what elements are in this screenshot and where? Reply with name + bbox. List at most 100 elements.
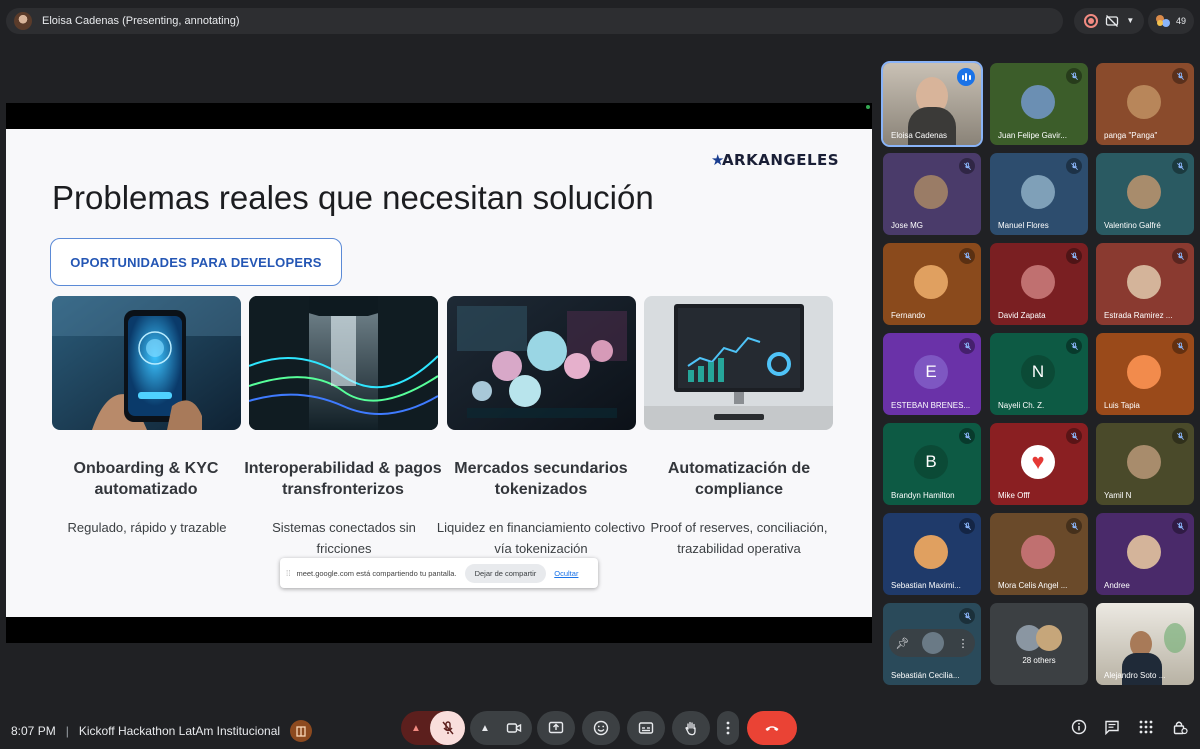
avatar bbox=[1021, 85, 1055, 119]
more-options-icon bbox=[726, 721, 730, 735]
slide-title: Problemas reales que necesitan solución bbox=[52, 179, 654, 216]
activities-icon bbox=[1139, 720, 1153, 734]
mic-options-button[interactable]: ▲ bbox=[401, 711, 465, 745]
avatar: ♥ bbox=[1021, 445, 1055, 479]
drag-handle-icon[interactable]: ⁞⁞ bbox=[286, 569, 290, 578]
participant-tile[interactable]: B Brandyn Hamilton bbox=[883, 423, 981, 505]
present-button[interactable] bbox=[537, 711, 575, 745]
speaking-icon bbox=[957, 68, 975, 86]
participant-tile[interactable]: Mora Celis Angel ... bbox=[990, 513, 1088, 595]
participant-tile[interactable]: panga "Panga" bbox=[1096, 63, 1194, 145]
avatar bbox=[914, 175, 948, 209]
hide-link[interactable]: Ocultar bbox=[554, 569, 578, 578]
mic-off-icon bbox=[1066, 338, 1082, 354]
participant-tile[interactable]: Jose MG bbox=[883, 153, 981, 235]
meeting-activity-icon[interactable] bbox=[290, 720, 313, 742]
clock: 8:07 PM bbox=[11, 724, 56, 738]
participant-tile[interactable]: Estrada Ramirez ... bbox=[1096, 243, 1194, 325]
screen-share-notice: ⁞⁞ meet.google.com está compartiendo tu … bbox=[280, 558, 598, 588]
card-title: Onboarding & KYC automatizado bbox=[73, 460, 219, 498]
camera-options-button[interactable]: ▲ bbox=[470, 711, 532, 745]
participant-tile[interactable]: Yamil N bbox=[1096, 423, 1194, 505]
participant-tile[interactable]: Juan Felipe Gavir... bbox=[990, 63, 1088, 145]
presentation-stage: ★ ARKANGELES Problemas reales que necesi… bbox=[6, 103, 872, 643]
tile-overlay-controls[interactable]: 📌︎ ⋮ bbox=[889, 629, 975, 657]
card-description: Sistemas conectados sin fricciones bbox=[272, 520, 416, 556]
host-controls-button[interactable] bbox=[1169, 716, 1191, 738]
participant-name: Brandyn Hamilton bbox=[891, 491, 955, 500]
participant-tile[interactable]: Fernando bbox=[883, 243, 981, 325]
camera-icon[interactable] bbox=[506, 720, 522, 736]
activities-button[interactable] bbox=[1135, 716, 1157, 738]
participant-tile[interactable]: Andree bbox=[1096, 513, 1194, 595]
info-icon bbox=[1071, 719, 1087, 735]
raise-hand-button[interactable] bbox=[672, 711, 710, 745]
participant-tile[interactable]: E ESTEBAN BRENES... bbox=[883, 333, 981, 415]
brand-name: ARKANGELES bbox=[721, 151, 840, 169]
participant-count: 49 bbox=[1175, 16, 1186, 26]
chat-button[interactable] bbox=[1101, 716, 1123, 738]
participant-tile[interactable]: Luis Tapia bbox=[1096, 333, 1194, 415]
participant-name: Fernando bbox=[891, 311, 926, 320]
meeting-details-button[interactable] bbox=[1068, 716, 1090, 738]
mic-off-button[interactable] bbox=[430, 711, 465, 745]
participant-name: Valentino Galfré bbox=[1104, 221, 1161, 230]
share-notice-text: meet.google.com está compartiendo tu pan… bbox=[296, 568, 457, 578]
participant-name: Jose MG bbox=[891, 221, 924, 230]
participant-name: 28 others bbox=[1022, 656, 1056, 665]
people-button[interactable]: 49 bbox=[1148, 8, 1194, 34]
more-options-button[interactable] bbox=[717, 711, 739, 745]
participant-tile[interactable]: N Nayeli Ch. Z. bbox=[990, 333, 1088, 415]
mic-off-icon bbox=[959, 158, 975, 174]
coins-image bbox=[447, 296, 636, 430]
datacenter-image bbox=[249, 296, 438, 430]
participant-tile[interactable]: Eloisa Cadenas bbox=[883, 63, 981, 145]
participant-tile[interactable]: David Zapata bbox=[990, 243, 1088, 325]
participant-tile[interactable]: Alejandro Soto ... bbox=[1096, 603, 1194, 685]
captions-off-icon[interactable] bbox=[1105, 14, 1119, 28]
mic-off-icon bbox=[1066, 248, 1082, 264]
end-call-icon bbox=[765, 726, 779, 731]
recording-controls[interactable]: ▼ bbox=[1074, 8, 1144, 34]
participant-tile[interactable]: Valentino Galfré bbox=[1096, 153, 1194, 235]
leave-call-button[interactable] bbox=[747, 711, 797, 745]
meeting-title: Kickoff Hackathon LatAm Institucional bbox=[78, 724, 281, 738]
pin-icon[interactable]: 📌︎ bbox=[896, 637, 910, 650]
avatar bbox=[1127, 445, 1161, 479]
card-title: Mercados secundarios tokenizados bbox=[454, 460, 628, 498]
record-icon[interactable] bbox=[1083, 14, 1098, 28]
presenter-label: Eloisa Cadenas (Presenting, annotating) bbox=[42, 15, 240, 27]
more-options-icon[interactable]: ⋮ bbox=[957, 637, 968, 650]
mic-off-icon bbox=[959, 248, 975, 264]
chevron-up-icon: ▲ bbox=[480, 722, 490, 734]
participant-tile[interactable]: 28 others bbox=[990, 603, 1088, 685]
brand-logo: ★ ARKANGELES bbox=[711, 151, 839, 169]
mic-off-icon bbox=[1172, 518, 1188, 534]
host-controls-icon bbox=[1173, 721, 1188, 735]
participant-tile[interactable]: 📌︎ ⋮ Sebastián Cecilia... bbox=[883, 603, 981, 685]
participant-name: Mike Offf bbox=[998, 491, 1030, 500]
participant-name: Sebastian Maximi... bbox=[891, 581, 961, 590]
participant-tile[interactable]: ♥ Mike Offf bbox=[990, 423, 1088, 505]
participant-name: Yamil N bbox=[1104, 491, 1132, 500]
card-description: Liquidez en financiamiento colectivo vía… bbox=[436, 520, 646, 556]
emoji-icon bbox=[593, 720, 609, 736]
people-icon bbox=[1155, 15, 1172, 27]
emoji-button[interactable] bbox=[582, 711, 620, 745]
participant-name: Mora Celis Angel ... bbox=[998, 581, 1068, 590]
mic-off-icon bbox=[1066, 158, 1082, 174]
avatar: E bbox=[914, 355, 948, 389]
stop-sharing-button[interactable]: Dejar de compartir bbox=[464, 563, 547, 583]
captions-button[interactable] bbox=[627, 711, 665, 745]
participant-tile[interactable]: Sebastian Maximi... bbox=[883, 513, 981, 595]
compliance-image bbox=[644, 296, 833, 430]
mic-off-icon bbox=[1066, 68, 1082, 84]
avatar bbox=[1127, 355, 1161, 389]
avatar bbox=[1021, 265, 1055, 299]
participant-tile[interactable]: Manuel Flores bbox=[990, 153, 1088, 235]
avatar bbox=[1127, 175, 1161, 209]
participant-name: Alejandro Soto ... bbox=[1104, 671, 1166, 680]
mic-off-icon bbox=[959, 518, 975, 534]
avatar bbox=[1127, 265, 1161, 299]
chevron-down-icon[interactable]: ▼ bbox=[1126, 17, 1134, 25]
